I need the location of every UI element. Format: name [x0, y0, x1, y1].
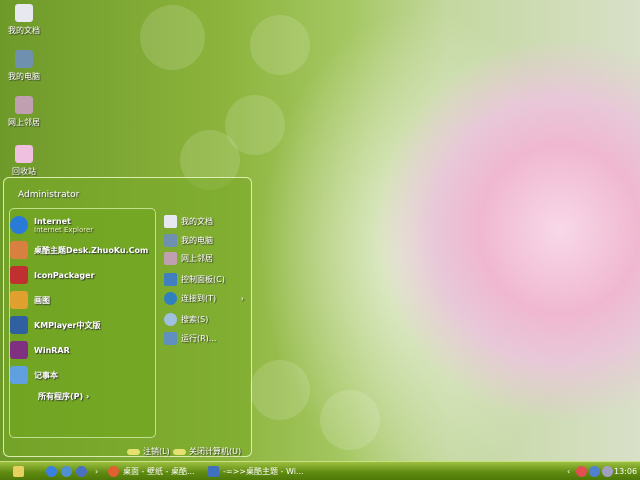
my-computer-icon: [164, 234, 177, 247]
desktop-icon-my-computer[interactable]: 我的电脑: [2, 50, 46, 82]
quicklaunch-browser[interactable]: [61, 465, 72, 478]
arrow-right-icon: ›: [240, 294, 244, 303]
kmplayer-icon: [10, 316, 28, 334]
recycle-bin-icon: [15, 145, 33, 163]
network-places-icon: [164, 252, 177, 265]
paint-icon: [10, 291, 28, 309]
menu-search[interactable]: 搜索(S): [164, 313, 208, 326]
start-button[interactable]: [13, 465, 24, 478]
desktop-icon-recycle-bin[interactable]: 回收站: [2, 145, 46, 177]
my-documents-icon: [164, 215, 177, 228]
control-panel-icon: [164, 273, 177, 286]
run-icon: [164, 332, 177, 345]
task-button[interactable]: 桌面 - 壁纸 - 桌酷...: [108, 465, 195, 478]
shutdown-icon: [173, 448, 186, 455]
window-icon: [208, 466, 219, 477]
program-zhuoku[interactable]: 桌酷主题Desk.ZhuoKu.Com: [10, 239, 148, 261]
task-button[interactable]: -=>>桌酷主题 - Wi...: [208, 465, 304, 478]
quicklaunch-ie[interactable]: [46, 465, 57, 478]
menu-run[interactable]: 运行(R)...: [164, 332, 216, 345]
search-icon: [164, 313, 177, 326]
zhuoku-icon: [10, 241, 28, 259]
arrow-right-icon: ›: [85, 392, 90, 401]
tray-expand[interactable]: ‹: [567, 465, 570, 478]
network-places-icon: [15, 96, 33, 114]
program-kmplayer[interactable]: KMPlayer中文版: [10, 314, 101, 336]
notepad-icon: [10, 366, 28, 384]
user-name: Administrator: [18, 190, 80, 200]
clock[interactable]: 13:06: [614, 465, 637, 478]
iconpackager-icon: [10, 266, 28, 284]
internet-explorer-icon: [76, 466, 87, 477]
tray-app-icon[interactable]: [576, 466, 587, 477]
start-menu: Administrator Internet Internet Explorer …: [3, 177, 252, 457]
my-documents-icon: [15, 4, 33, 22]
menu-my-computer[interactable]: 我的电脑: [164, 234, 213, 247]
taskbar: › 桌面 - 壁纸 - 桌酷... -=>>桌酷主题 - Wi... ‹ 13:…: [0, 461, 640, 480]
program-winrar[interactable]: WinRAR: [10, 339, 70, 361]
all-programs-button[interactable]: 所有程序(P) ›: [38, 391, 89, 402]
home-icon: [13, 466, 24, 477]
browser-icon: [61, 466, 72, 477]
menu-network[interactable]: 网上邻居: [164, 252, 213, 265]
program-notepad[interactable]: 记事本: [10, 364, 58, 386]
tray-icons: [576, 465, 613, 478]
chevron-left-icon: ‹: [567, 467, 571, 476]
logoff-icon: [127, 448, 140, 455]
volume-icon[interactable]: [602, 466, 613, 477]
browser-icon: [108, 466, 119, 477]
desktop-icon-my-documents[interactable]: 我的文档: [2, 4, 46, 36]
program-iconpackager[interactable]: IconPackager: [10, 264, 95, 286]
menu-my-documents[interactable]: 我的文档: [164, 215, 213, 228]
desktop-icon-network[interactable]: 网上邻居: [2, 96, 46, 128]
network-icon[interactable]: [589, 466, 600, 477]
program-paint[interactable]: 画图: [10, 289, 50, 311]
winrar-icon: [10, 341, 28, 359]
connect-to-icon: [164, 292, 177, 305]
menu-connect-to[interactable]: 连接到(T) ›: [164, 292, 244, 305]
shutdown-button[interactable]: 关闭计算机(U): [173, 446, 241, 457]
internet-explorer-icon: [10, 216, 28, 234]
program-internet[interactable]: Internet Internet Explorer: [10, 214, 93, 236]
menu-control-panel[interactable]: 控制面板(C): [164, 273, 225, 286]
quicklaunch-expand[interactable]: ›: [95, 465, 98, 478]
logoff-button[interactable]: 注销(L): [127, 446, 170, 457]
internet-explorer-icon: [46, 466, 57, 477]
chevron-right-icon: ›: [95, 467, 99, 476]
my-computer-icon: [15, 50, 33, 68]
quicklaunch-ie2[interactable]: [76, 465, 87, 478]
